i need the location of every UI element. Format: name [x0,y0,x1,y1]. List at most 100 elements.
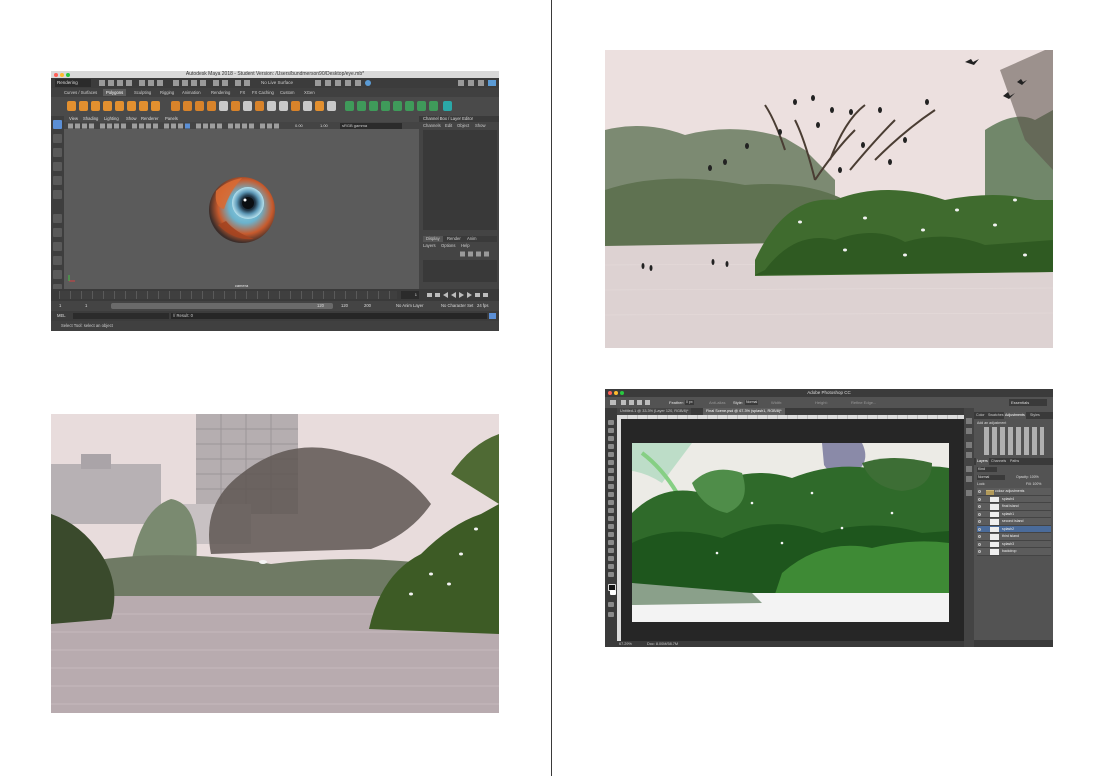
ps-close-icon[interactable] [608,391,612,395]
workspace-menu[interactable]: Essentials [1009,399,1047,406]
cone-icon[interactable] [103,101,112,111]
layer-row[interactable]: splash3 [977,540,1051,548]
tab-paths[interactable]: Paths [1010,458,1019,465]
marquee-tool-icon[interactable] [608,428,614,433]
zoom-tool-icon[interactable] [608,572,614,577]
time-ruler[interactable] [59,291,397,299]
layer-row[interactable]: splash2 [977,525,1051,533]
tab-styles[interactable]: Styles [1030,412,1040,419]
playback-controls[interactable] [425,291,497,299]
layer-row[interactable]: splash4 [977,495,1051,503]
layer-list[interactable] [423,260,497,282]
ps-maximize-icon[interactable] [620,391,624,395]
status-line-icons[interactable] [95,79,255,87]
range-start-field[interactable]: 1 [59,301,61,311]
character-set-menu[interactable]: No Character Set [441,301,473,311]
uv-planar-icon[interactable] [345,101,354,111]
fill-hole-icon[interactable] [255,101,264,111]
rotate-tool-icon[interactable] [53,176,62,185]
brush-panel-icon[interactable] [966,466,972,472]
fps-menu[interactable]: 24 fps [477,301,488,311]
feather-input[interactable]: 0 px [685,400,694,405]
style-select[interactable]: Normal [745,400,759,405]
visibility-eye-icon[interactable] [978,542,981,546]
script-editor-icon[interactable] [489,313,496,319]
visibility-eye-icon[interactable] [978,550,981,553]
pen-tool-icon[interactable] [608,532,614,537]
channel-menu-show[interactable]: Show [475,122,485,129]
eyeball-model[interactable] [64,129,419,289]
uv-editor-icon[interactable] [393,101,402,111]
opacity-control[interactable]: Opacity: 100% [1016,475,1039,480]
layer-row[interactable]: final island [977,503,1051,511]
viewport[interactable]: camera [64,129,419,289]
visibility-eye-icon[interactable] [978,535,981,538]
blend-mode-select[interactable]: Normal [977,475,1005,480]
plane-icon[interactable] [127,101,136,111]
quad-draw-icon[interactable] [303,101,312,111]
visibility-eye-icon[interactable] [978,497,981,501]
layer-group-row[interactable]: colour adjustments [977,488,1051,496]
shape-tool-icon[interactable] [608,556,614,561]
quick-select-icon[interactable] [608,444,614,449]
command-input[interactable] [73,313,169,319]
tab-layers[interactable]: Layers [976,458,989,465]
single-view-icon[interactable] [53,214,62,223]
playback-end-field[interactable]: 200 [364,301,371,311]
layer-row[interactable]: third island [977,533,1051,541]
eraser-icon[interactable] [608,500,614,505]
lasso-tool-icon[interactable] [53,134,62,143]
uv-spherical-icon[interactable] [369,101,378,111]
shelf-tab-custom[interactable]: Custom [277,89,297,96]
layer-tab-display[interactable]: Display [423,236,443,242]
range-bar[interactable] [111,303,333,309]
tab-channels[interactable]: Channels [991,458,1006,465]
four-view-icon[interactable] [53,228,62,237]
gamma-value[interactable]: 1.00 [320,122,328,129]
crop-tool-icon[interactable] [608,452,614,457]
visibility-eye-icon[interactable] [978,512,981,516]
smooth-icon[interactable] [195,101,204,111]
boolean-icon[interactable] [207,101,216,111]
background-color-icon[interactable] [610,590,616,595]
history-brush-icon[interactable] [608,492,614,497]
visibility-eye-icon[interactable] [978,527,981,531]
layer-menu-help[interactable]: Help [461,243,470,249]
channel-menu-channels[interactable]: Channels [423,122,441,129]
tab-swatches[interactable]: Swatches [988,412,1004,419]
shelf-tab-sculpting[interactable]: Sculpting [131,89,154,96]
layer-tab-anim[interactable]: Anim [467,236,477,242]
info-panel-icon[interactable] [966,490,972,496]
cylinder-icon[interactable] [91,101,100,111]
paragraph-panel-icon[interactable] [966,452,972,458]
shelf-tab-animation[interactable]: Animation [179,89,204,96]
antialias-checkbox[interactable]: Anti-alias [709,397,725,408]
layer-row[interactable]: second island [977,518,1051,526]
eyedropper-icon[interactable] [608,460,614,465]
path-select-icon[interactable] [608,548,614,553]
multi-cut-icon[interactable] [267,101,276,111]
side-by-side-icon[interactable] [53,242,62,251]
visibility-eye-icon[interactable] [978,490,981,493]
shelf-tab-fx[interactable]: FX [237,89,248,96]
current-frame-field[interactable]: 1 [401,291,419,299]
fill-control[interactable]: Fill: 100% [1026,482,1041,487]
history-panel-icon[interactable] [966,418,972,424]
paint-select-icon[interactable] [53,148,62,157]
range-inner-start-field[interactable]: 1 [85,301,87,311]
extrude-icon[interactable] [219,101,228,111]
shelf-tab-xgen[interactable]: XGen [301,89,318,96]
torus-icon[interactable] [115,101,124,111]
dodge-icon[interactable] [608,524,614,529]
scale-tool-icon[interactable] [53,190,62,199]
uv-unfold-icon[interactable] [417,101,426,111]
visibility-eye-icon[interactable] [978,505,981,508]
refine-edge-button[interactable]: Refine Edge... [851,397,876,408]
shelf-tab-curves[interactable]: Curves / Surfaces [61,89,100,96]
layer-kind-filter[interactable]: Kind [977,467,997,472]
color-space-menu[interactable]: sRGB gamma [340,122,402,129]
hand-tool-icon[interactable] [608,564,614,569]
separate-icon[interactable] [183,101,192,111]
layer-tab-render[interactable]: Render [447,236,461,242]
layer-menu-layers[interactable]: Layers [423,243,436,249]
